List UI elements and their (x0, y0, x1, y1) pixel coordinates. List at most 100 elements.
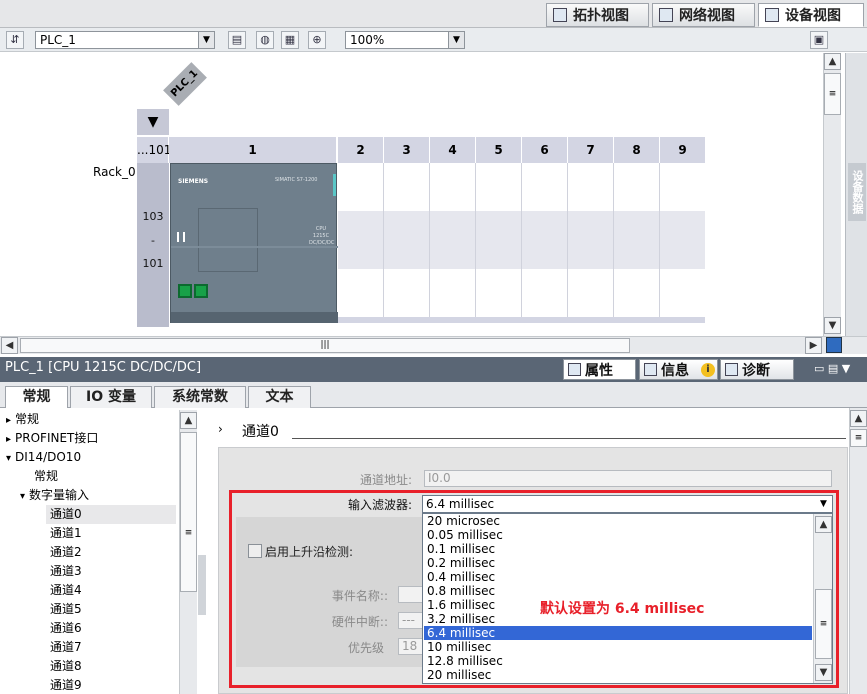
tree-item[interactable]: 通道8 (46, 657, 176, 676)
device-select[interactable]: PLC_1 ▼ (35, 31, 215, 49)
properties-tree: ▸ 常规 ▸ PROFINET接口 ▾ DI14/DO10 常规 ▾ 数字量输入 通道0 通道1 通道… (0, 408, 180, 694)
tree-item[interactable]: 通道1 (46, 524, 176, 543)
tree-item-label: PROFINET接口 (15, 431, 99, 445)
slot-divider (659, 163, 660, 317)
slot-divider (383, 163, 384, 317)
overview-button[interactable]: ▣ (810, 31, 828, 49)
properties-icon (568, 363, 581, 376)
info-icon (644, 363, 657, 376)
tree-item[interactable]: ▾ 数字量输入 (20, 486, 166, 505)
scroll-thumb[interactable]: ||| (20, 338, 630, 353)
tree-item[interactable]: 通道6 (46, 619, 176, 638)
tab-device-view[interactable]: 设备视图 (758, 3, 864, 27)
collapsed-icon[interactable]: ▸ (6, 434, 11, 445)
cpu-status-led (333, 174, 336, 196)
tree-item-label: 数字量输入 (29, 488, 90, 502)
tab-properties[interactable]: 属性 (563, 359, 636, 380)
scroll-up-icon[interactable]: ▲ (850, 410, 867, 427)
tab-label: 拓扑视图 (573, 8, 629, 24)
tab-network-view[interactable]: 网络视图 (652, 3, 755, 27)
collapsed-icon[interactable]: ▸ (6, 415, 11, 426)
rack-number-dash: - (151, 234, 155, 247)
slot-divider (521, 163, 522, 317)
navigation-overview-icon[interactable] (826, 337, 842, 353)
tree-item[interactable]: 通道5 (46, 600, 176, 619)
tree-item-label: 常规 (34, 469, 59, 483)
snap-button[interactable]: ◍ (256, 31, 274, 49)
rack-bottom-rail (338, 317, 705, 323)
tree-item[interactable]: 通道3 (46, 562, 176, 581)
grid-button[interactable]: ▦ (281, 31, 299, 49)
tree-item-label: DI14/DO10 (15, 450, 82, 464)
tree-item[interactable]: 通道0 (46, 505, 176, 524)
subtab-io-tags[interactable]: IO 变量 (70, 386, 152, 408)
properties-scrollbar[interactable]: ▲ ≡ (849, 408, 867, 694)
slot-header-5[interactable]: 5 (476, 137, 522, 163)
tab-diagnostics[interactable]: 诊断 (720, 359, 794, 380)
topology-icon (553, 8, 567, 22)
slot-header-2[interactable]: 2 (338, 137, 384, 163)
window-controls-icon[interactable]: ▭ ▤ ▼ (814, 362, 850, 375)
expanded-icon[interactable]: ▾ (20, 491, 25, 502)
scroll-left-icon[interactable]: ◀ (1, 337, 18, 354)
tab-label: 属性 (585, 362, 613, 379)
tree-item[interactable]: 通道4 (46, 581, 176, 600)
scroll-thumb[interactable]: ≡ (180, 432, 197, 592)
scroll-thumb[interactable]: ≡ (824, 73, 841, 115)
inspector-header: PLC_1 [CPU 1215C DC/DC/DC] 属性 信息 i 诊断 ▭ ▤… (0, 357, 867, 382)
slot-header-4[interactable]: 4 (430, 137, 476, 163)
network-overview-button[interactable]: ⇵ (6, 31, 24, 49)
cpu-panel-cover (198, 208, 258, 272)
rack-label: Rack_0 (93, 165, 136, 179)
splitter-handle[interactable] (198, 555, 206, 615)
tree-item-label: 通道3 (50, 564, 82, 578)
scroll-up-icon[interactable]: ▲ (824, 53, 841, 70)
canvas-horizontal-scrollbar[interactable]: ◀ ||| ▶ (0, 336, 867, 354)
tree-item-label: 常规 (15, 412, 40, 426)
tree-scrollbar[interactable]: ▲ ≡ (179, 410, 197, 694)
scroll-down-icon[interactable]: ▼ (824, 317, 841, 334)
zoom-select[interactable]: 100% ▼ (345, 31, 465, 49)
subtab-system-constants[interactable]: 系统常数 (154, 386, 246, 408)
scroll-right-icon[interactable]: ▶ (805, 337, 822, 354)
highlight-frame (229, 490, 839, 688)
channel-address-field: I0.0 (424, 470, 832, 487)
device-toolbar: ⇵ PLC_1 ▼ ▤ ◍ ▦ ⊕ 100% ▼ ▣ (0, 28, 867, 52)
slot-divider (429, 163, 430, 317)
tab-info[interactable]: 信息 i (639, 359, 718, 380)
slot-divider (567, 163, 568, 317)
slot-header-6[interactable]: 6 (522, 137, 568, 163)
tree-item[interactable]: 通道2 (46, 543, 176, 562)
slot-header-3[interactable]: 3 (384, 137, 430, 163)
tree-item[interactable]: 常规 (34, 467, 180, 486)
slot-header-8[interactable]: 8 (614, 137, 660, 163)
slot-header-1[interactable]: 1 (169, 137, 337, 163)
ethernet-port-icon (178, 284, 192, 298)
diagnostics-icon (725, 363, 738, 376)
tree-item[interactable]: ▸ PROFINET接口 (6, 429, 180, 448)
section-header: › 通道0 (208, 420, 848, 440)
scroll-thumb[interactable]: ≡ (850, 429, 867, 447)
tab-label: 信息 (661, 362, 689, 379)
device-data-side-tab[interactable]: 设备数据 (848, 163, 866, 221)
show-module-titles-button[interactable]: ▤ (228, 31, 246, 49)
canvas-vertical-scrollbar[interactable]: ▲ ≡ ▼ (823, 53, 841, 336)
cpu-module[interactable]: SIEMENS SIMATIC S7-1200 CPU 1215C DC/DC/… (170, 163, 338, 323)
tree-item[interactable]: ▸ 常规 (6, 410, 180, 429)
section-title: 通道0 (242, 424, 279, 440)
tree-item[interactable]: 通道9 (46, 676, 176, 694)
cpu-io-indicator (177, 232, 185, 242)
zoom-in-icon[interactable]: ⊕ (308, 31, 326, 49)
expanded-icon[interactable]: ▾ (6, 453, 11, 464)
tree-item-label: 通道8 (50, 659, 82, 673)
slot-header-7[interactable]: 7 (568, 137, 614, 163)
rack-collapse-button[interactable]: ▼ (137, 109, 169, 135)
scroll-up-icon[interactable]: ▲ (180, 412, 197, 429)
tree-item[interactable]: 通道7 (46, 638, 176, 657)
subtab-general[interactable]: 常规 (5, 386, 68, 409)
tree-item[interactable]: ▾ DI14/DO10 (6, 448, 180, 467)
slot-header-101[interactable]: ...101 (137, 137, 171, 163)
tab-topology-view[interactable]: 拓扑视图 (546, 3, 649, 27)
slot-header-9[interactable]: 9 (660, 137, 706, 163)
subtab-texts[interactable]: 文本 (248, 386, 311, 408)
